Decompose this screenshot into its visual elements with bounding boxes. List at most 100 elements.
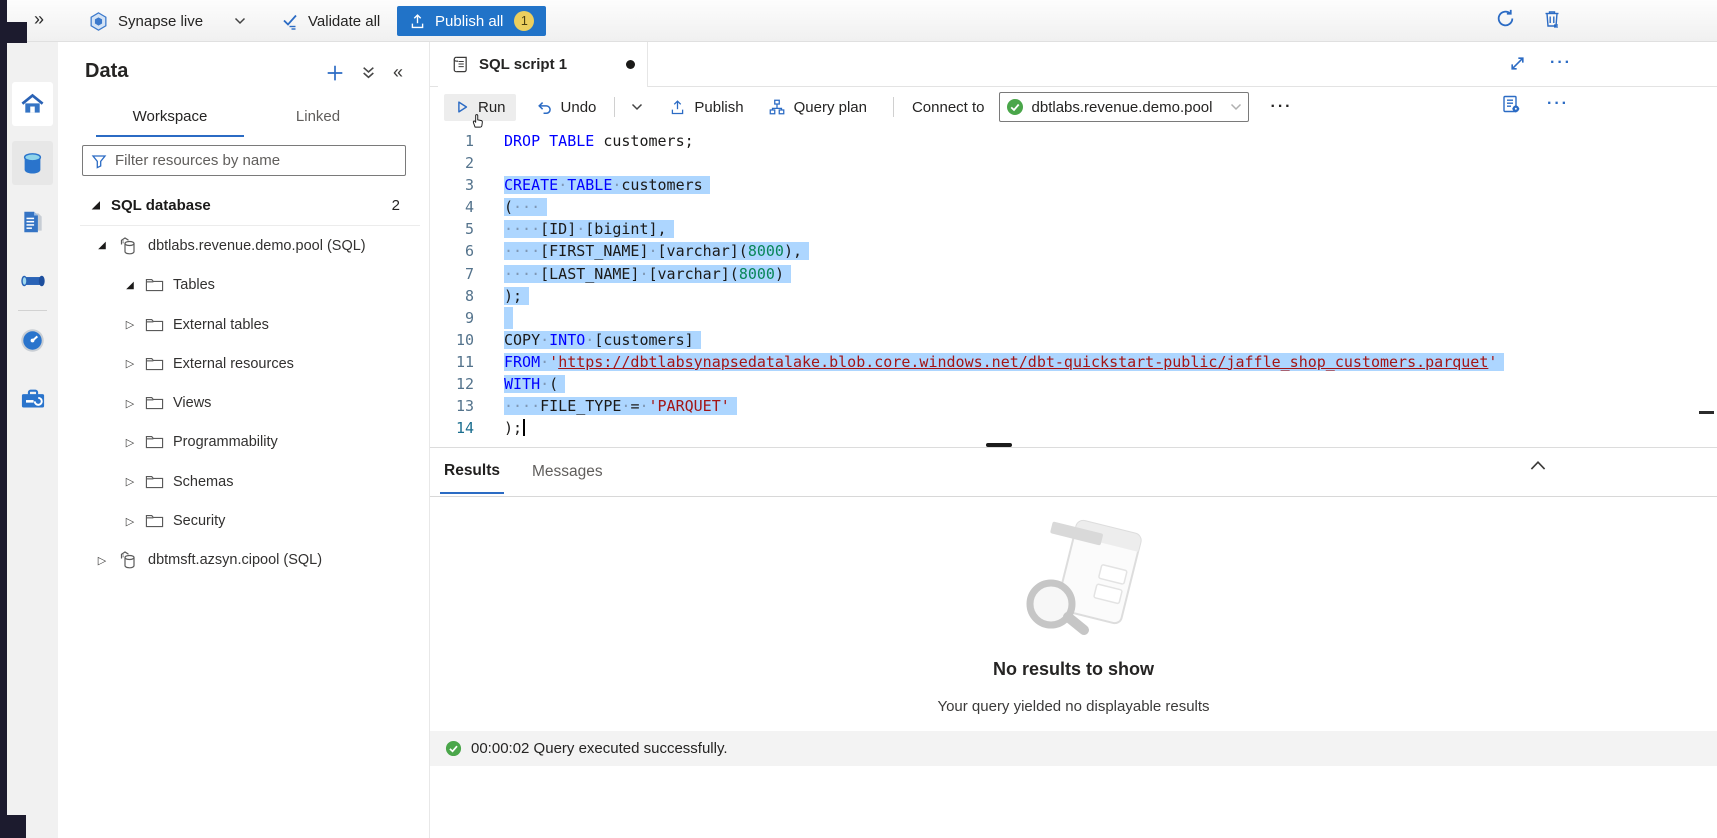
tree-expanded-icon[interactable]: ◢: [122, 280, 138, 291]
collapse-all-icon[interactable]: [361, 65, 376, 80]
tree-item-external-resources[interactable]: ▷External resources: [58, 344, 430, 383]
nav-data-icon[interactable]: [12, 141, 53, 185]
top-command-bar: » Synapse live Validate all Publish all …: [0, 0, 1717, 42]
nav-integrate-icon[interactable]: [12, 259, 53, 303]
tree-item-programmability[interactable]: ▷Programmability: [58, 423, 430, 462]
panel-resize-handle[interactable]: [986, 443, 1012, 447]
refresh-icon[interactable]: [1495, 8, 1516, 29]
tab-linked[interactable]: Linked: [244, 100, 392, 137]
tree-collapsed-icon[interactable]: ▷: [122, 318, 138, 331]
code-text: );: [504, 285, 529, 307]
right-more-icon[interactable]: ···: [1547, 95, 1569, 113]
connect-to-dropdown[interactable]: dbtlabs.revenue.demo.pool: [999, 92, 1249, 122]
panel-title: Data: [85, 60, 128, 83]
tree-item-schemas[interactable]: ▷Schemas: [58, 462, 430, 501]
query-plan-button[interactable]: Query plan: [758, 93, 877, 121]
no-results-illustration: [1004, 512, 1164, 648]
code-text: );: [504, 417, 525, 439]
folder-icon: [145, 513, 164, 529]
publish-count-badge: 1: [514, 11, 534, 31]
nav-manage-icon[interactable]: [12, 377, 53, 421]
collapse-results-chevron-icon[interactable]: [1529, 460, 1547, 471]
workspace-mode-dropdown[interactable]: Synapse live: [88, 7, 246, 35]
add-resource-icon[interactable]: [326, 64, 344, 82]
code-line-1[interactable]: 1DROP TABLE customers;: [430, 130, 1504, 152]
filter-resources-input[interactable]: [115, 152, 397, 169]
publish-button[interactable]: Publish: [659, 94, 753, 121]
tree-item-label: External tables: [173, 317, 269, 333]
tree-collapsed-icon[interactable]: ▷: [122, 397, 138, 410]
code-text: (···: [504, 196, 547, 218]
sql-code-editor[interactable]: 1DROP TABLE customers;23CREATE·TABLE·cus…: [430, 127, 1717, 449]
publish-all-button[interactable]: Publish all 1: [397, 6, 546, 36]
tab-sql-script-1[interactable]: SQL script 1: [438, 42, 648, 87]
code-line-10[interactable]: 10COPY·INTO·[customers]: [430, 329, 1504, 351]
tree-item-external-tables[interactable]: ▷ External tables: [58, 305, 430, 344]
line-number: 7: [430, 263, 474, 285]
folder-icon: [145, 395, 164, 411]
line-number: 10: [430, 329, 474, 351]
tree-collapsed-icon[interactable]: ▷: [122, 475, 138, 488]
empty-results-title: No results to show: [430, 659, 1717, 680]
nav-home-icon[interactable]: [12, 82, 53, 126]
tab-workspace[interactable]: Workspace: [96, 100, 244, 137]
code-line-2[interactable]: 2: [430, 152, 1504, 174]
expand-editor-icon[interactable]: [1509, 55, 1526, 72]
code-line-13[interactable]: 13····FILE_TYPE·=·'PARQUET': [430, 395, 1504, 417]
code-line-5[interactable]: 5····[ID]·[bigint],: [430, 218, 1504, 240]
code-text: FROM·'https://dbtlabsynapsedatalake.blob…: [504, 351, 1504, 373]
code-line-7[interactable]: 7 ····[LAST_NAME]·[varchar](8000): [430, 263, 1504, 285]
code-line-4[interactable]: 4(···: [430, 196, 1504, 218]
code-text: DROP TABLE customers;: [504, 130, 694, 152]
tree-collapsed-icon[interactable]: ▷: [122, 515, 138, 528]
toolbar-more-icon[interactable]: ···: [1271, 98, 1293, 116]
tab-results[interactable]: Results: [440, 450, 504, 494]
code-line-8[interactable]: 8);: [430, 285, 1504, 307]
selection-highlight: );: [504, 287, 529, 305]
undo-button[interactable]: Undo: [526, 94, 607, 121]
tree-collapsed-icon[interactable]: ▷: [122, 436, 138, 449]
tree-item-tables[interactable]: ◢Tables: [58, 266, 430, 305]
tree-item-label: dbtmsft.azsyn.cipool (SQL): [148, 552, 322, 568]
database-count: 2: [392, 197, 400, 214]
collapse-panel-icon[interactable]: «: [393, 62, 403, 83]
code-line-11[interactable]: 11FROM·'https://dbtlabsynapsedatalake.bl…: [430, 351, 1504, 373]
expand-menu-icon[interactable]: »: [34, 9, 44, 30]
status-success-check-icon: [445, 740, 462, 757]
tree-item-dbtmsft-azsyn-cipool-sql[interactable]: ▷ dbtmsft.azsyn.cipool (SQL): [58, 541, 430, 580]
chevron-down-icon: [234, 17, 246, 25]
code-line-12[interactable]: 12WITH·(: [430, 373, 1504, 395]
tab-more-icon[interactable]: ···: [1550, 54, 1572, 72]
code-line-14[interactable]: 14);: [430, 417, 1504, 439]
doc-tab-title: SQL script 1: [479, 56, 567, 73]
code-text: [504, 307, 513, 329]
code-line-3[interactable]: 3CREATE·TABLE·customers: [430, 174, 1504, 196]
nav-develop-icon[interactable]: [12, 200, 53, 244]
properties-icon[interactable]: [1501, 94, 1521, 114]
discard-all-icon[interactable]: [1542, 8, 1562, 29]
results-tabbar: Results Messages: [430, 448, 1717, 497]
code-line-9[interactable]: 9: [430, 307, 1504, 329]
tab-messages[interactable]: Messages: [528, 451, 607, 493]
mouse-cursor: [468, 110, 487, 132]
selection-highlight: FROM·'https://dbtlabsynapsedatalake.blob…: [504, 353, 1504, 371]
tree-item-views[interactable]: ▷Views: [58, 383, 430, 422]
tree-expanded-icon[interactable]: ◢: [94, 240, 110, 251]
line-number: 2: [430, 152, 474, 174]
sql-script-icon: [450, 55, 469, 74]
run-options-chevron-icon[interactable]: [623, 98, 651, 116]
tree-collapsed-icon[interactable]: ▷: [122, 357, 138, 370]
validate-all-button[interactable]: Validate all: [280, 7, 380, 35]
validate-label: Validate all: [308, 13, 380, 30]
tree-item-dbtlabs-revenue-demo-pool-sql[interactable]: ◢dbtlabs.revenue.demo.pool (SQL): [58, 226, 430, 265]
nav-monitor-icon[interactable]: [12, 318, 53, 362]
line-number: 3: [430, 174, 474, 196]
filter-resources-box[interactable]: [82, 145, 406, 176]
tree-collapsed-icon[interactable]: ▷: [94, 554, 110, 567]
tree-item-sql-database[interactable]: ◢ SQL database 2: [58, 186, 430, 225]
selection-highlight: ····[LAST_NAME]·[varchar](8000): [504, 265, 791, 283]
tree-expanded-icon[interactable]: ◢: [88, 200, 104, 211]
code-line-6[interactable]: 6····[FIRST_NAME]·[varchar](8000),: [430, 240, 1504, 262]
folder-icon: [145, 317, 164, 333]
tree-item-security[interactable]: ▷Security: [58, 501, 430, 540]
